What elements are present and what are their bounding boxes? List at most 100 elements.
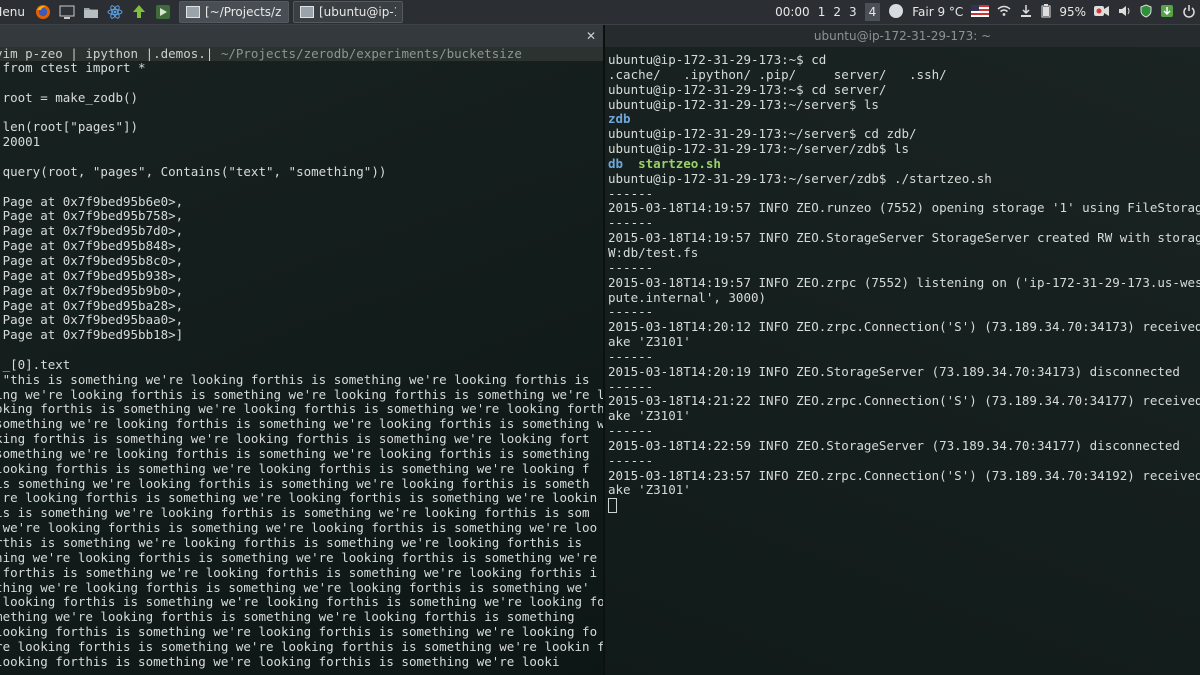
update-icon[interactable] bbox=[1160, 4, 1174, 21]
line-text: looking forthis is something we're looki… bbox=[0, 402, 604, 417]
line-text: re looking forthis is something we're lo… bbox=[0, 595, 604, 610]
menu-button[interactable]: Menu bbox=[0, 5, 31, 19]
terminal-line: 2015-03-18T14:19:57 INFO ZEO.StorageServ… bbox=[608, 231, 1200, 246]
line-text: 2015-03-18T14:19:57 INFO ZEO.runzeo (755… bbox=[608, 201, 1200, 216]
line-text: ubuntu@ip-172-31-29-173:~$ cd bbox=[608, 53, 827, 67]
record-icon[interactable] bbox=[1094, 5, 1110, 20]
play-icon[interactable] bbox=[154, 3, 172, 21]
line-text: e looking forthis is something we're loo… bbox=[0, 625, 598, 640]
tmux-status-bar: | vim p-zeo | ipython |.demos.| ~/Projec… bbox=[0, 46, 604, 61]
terminal-line: zdb bbox=[608, 112, 1200, 127]
terminal-line: st.Page at 0x7f9bed95b7d0>, bbox=[0, 224, 604, 239]
monitor-icon[interactable] bbox=[58, 3, 76, 21]
terminal-line: ]: root = make_zodb() bbox=[0, 91, 604, 106]
line-text: e looking forthis is something we're loo… bbox=[0, 461, 590, 476]
volume-icon[interactable] bbox=[1118, 4, 1132, 21]
terminal-line: 2015-03-18T14:23:57 INFO ZEO.zrpc.Connec… bbox=[608, 469, 1200, 484]
atom-icon[interactable] bbox=[106, 3, 124, 21]
terminal-line: ething we're looking forthis is somethin… bbox=[0, 551, 604, 566]
terminal-right-titlebar[interactable]: ubuntu@ip-172-31-29-173: ~ bbox=[605, 25, 1200, 47]
close-icon[interactable]: ✕ bbox=[586, 25, 596, 47]
terminal-line: s something we're looking forthis is som… bbox=[0, 447, 604, 462]
terminal-line: something we're looking forthis is somet… bbox=[0, 610, 604, 625]
clock[interactable]: 00:00 bbox=[775, 5, 810, 19]
wifi-icon[interactable] bbox=[997, 5, 1011, 20]
line-text: W:db/test.fs bbox=[608, 245, 699, 260]
line-text: 2015-03-18T14:19:57 INFO ZEO.StorageServ… bbox=[608, 231, 1200, 246]
power-icon[interactable] bbox=[1182, 4, 1196, 21]
workspace-4[interactable]: 4 bbox=[864, 3, 881, 21]
terminal-line: e're looking forthis is something we're … bbox=[0, 640, 604, 655]
task-button-ssh[interactable]: [ubuntu@ip-1... bbox=[292, 1, 403, 23]
flag-icon[interactable] bbox=[971, 4, 990, 20]
terminal-right[interactable]: ubuntu@ip-172-31-29-173: ~ ubuntu@ip-172… bbox=[605, 25, 1200, 675]
terminal-left[interactable]: ✕ | vim p-zeo | ipython |.demos.| ~/Proj… bbox=[0, 25, 604, 675]
line-text: zdb bbox=[608, 112, 631, 127]
line-text: ake 'Z3101' bbox=[608, 409, 691, 424]
line-text: ooking forthis is something we're lookin… bbox=[0, 432, 590, 447]
terminal-left-titlebar[interactable]: ✕ bbox=[0, 25, 604, 47]
line-text: s something we're looking forthis is som… bbox=[0, 417, 604, 432]
line-text: len(root["pages"]) bbox=[2, 120, 139, 135]
terminal-line: pute.internal', 3000) bbox=[608, 291, 1200, 306]
terminal-line: ng forthis is something we're looking fo… bbox=[0, 566, 604, 581]
terminal-line: st.Page at 0x7f9bed95b848>, bbox=[0, 239, 604, 254]
line-text: thing we're looking forthis is something… bbox=[0, 387, 604, 402]
firefox-icon[interactable] bbox=[34, 3, 52, 21]
line-text: ------ bbox=[608, 349, 654, 364]
terminal-line: mething we're looking forthis is somethi… bbox=[0, 581, 604, 596]
terminal-line: ]: len(root["pages"]) bbox=[0, 120, 604, 135]
terminal-line: ------ bbox=[608, 380, 1200, 395]
weather-label[interactable]: Fair 9 °C bbox=[912, 5, 963, 19]
terminal-line: ake 'Z3101' bbox=[608, 483, 1200, 498]
terminal-line: ------ bbox=[608, 454, 1200, 469]
terminal-line: ake 'Z3101' bbox=[608, 335, 1200, 350]
text-cursor[interactable] bbox=[608, 498, 617, 514]
top-panel: Menu [~/Projects/z... [ubuntu@ip-1... 00… bbox=[0, 0, 1200, 25]
workspace-1[interactable]: 1 bbox=[818, 5, 826, 19]
line-text: query(root, "pages", Contains("text", "s… bbox=[2, 164, 387, 179]
terminal-line: .cache/ .ipython/ .pip/ server/ .ssh/ bbox=[608, 68, 1200, 83]
line-text: ng we're looking forthis is something we… bbox=[0, 521, 598, 536]
line-text: ------ bbox=[608, 216, 654, 231]
terminal-line: ]: query(root, "pages", Contains("text",… bbox=[0, 165, 604, 180]
task-button-editor[interactable]: [~/Projects/z... bbox=[178, 1, 289, 23]
terminal-line: ]: 20001 bbox=[0, 135, 604, 150]
line-text: "this is something we're looking forthis… bbox=[2, 372, 590, 387]
terminal-line: e looking forthis is something we're loo… bbox=[0, 625, 604, 640]
system-tray: 00:00 1 2 3 4 Fair 9 °C 95% bbox=[771, 0, 1200, 24]
folder-icon[interactable] bbox=[82, 3, 100, 21]
line-text: 2015-03-18T14:20:12 INFO ZEO.zrpc.Connec… bbox=[608, 320, 1200, 335]
line-text: 2015-03-18T14:21:22 INFO ZEO.zrpc.Connec… bbox=[608, 394, 1200, 409]
terminal-line: st.Page at 0x7f9bed95b8c0>, bbox=[0, 254, 604, 269]
terminal-line: ]: "this is something we're looking fort… bbox=[0, 373, 604, 388]
line-text: from ctest import * bbox=[2, 61, 146, 75]
terminal-line: ]: _[0].text bbox=[0, 358, 604, 373]
terminal-line: ubuntu@ip-172-31-29-173:~/server/zdb$ ls bbox=[608, 142, 1200, 157]
line-text: mething we're looking forthis is somethi… bbox=[0, 580, 590, 595]
battery-label[interactable]: 95% bbox=[1059, 5, 1086, 19]
shield-icon[interactable] bbox=[1140, 3, 1152, 21]
terminal-line: st.Page at 0x7f9bed95bb18>] bbox=[0, 328, 604, 343]
terminal-line: st.Page at 0x7f9bed95b938>, bbox=[0, 269, 604, 284]
terminal-line: db startzeo.sh bbox=[608, 157, 1200, 172]
line-text: ------ bbox=[608, 379, 654, 394]
terminal-line: st.Page at 0x7f9bed95ba28>, bbox=[0, 299, 604, 314]
terminal-line: forthis is something we're looking forth… bbox=[0, 536, 604, 551]
terminal-line: W:db/test.fs bbox=[608, 246, 1200, 261]
terminal-line: ooking forthis is something we're lookin… bbox=[0, 432, 604, 447]
line-text: ething we're looking forthis is somethin… bbox=[0, 550, 598, 565]
line-text: e looking forthis is something we're loo… bbox=[0, 654, 560, 669]
terminal-line: 2015-03-18T14:20:19 INFO ZEO.StorageServ… bbox=[608, 365, 1200, 380]
terminal-line: 2015-03-18T14:19:57 INFO ZEO.zrpc (7552)… bbox=[608, 276, 1200, 291]
workspace-3[interactable]: 3 bbox=[849, 5, 857, 19]
line-text: forthis is something we're looking forth… bbox=[0, 536, 583, 550]
network-icon[interactable] bbox=[1019, 4, 1033, 21]
task-label: [ubuntu@ip-1... bbox=[318, 5, 396, 19]
upload-icon[interactable] bbox=[130, 3, 148, 21]
line-text: we're looking forthis is something we're… bbox=[0, 491, 598, 506]
workspace-2[interactable]: 2 bbox=[833, 5, 841, 19]
